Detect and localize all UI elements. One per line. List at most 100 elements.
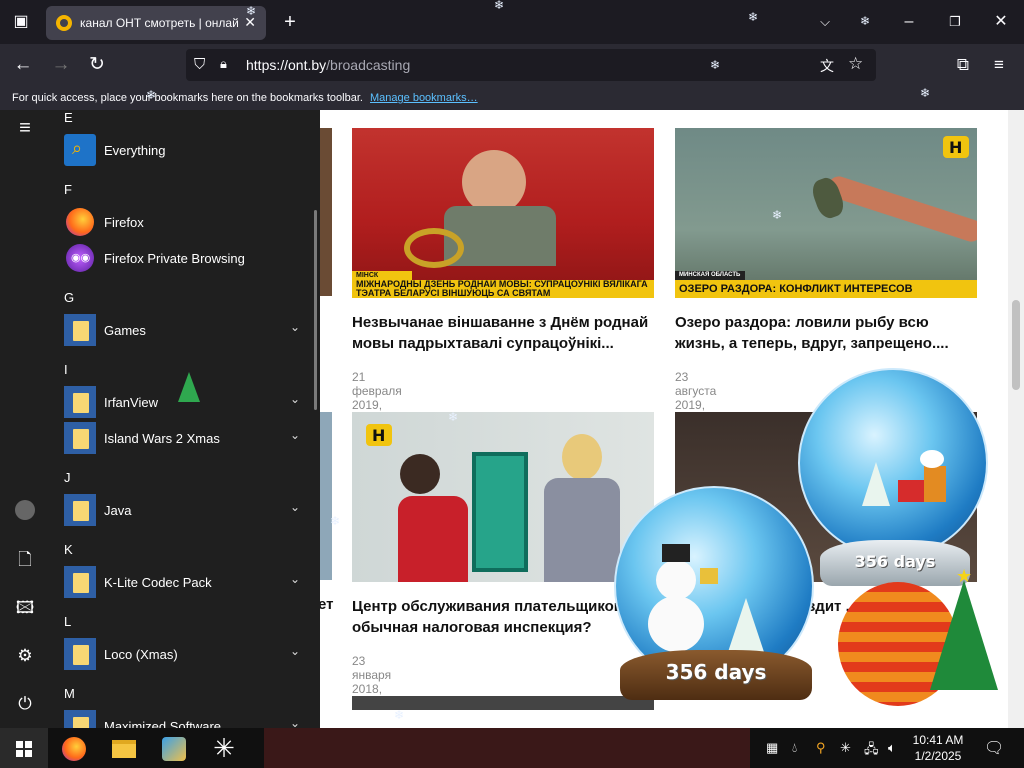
app-item-everything[interactable]: ⌕ Everything [64, 134, 308, 166]
shield-icon[interactable]: ⛉ [194, 56, 205, 73]
chevron-down-icon[interactable]: ⌄ [290, 644, 300, 658]
chevron-down-icon[interactable]: ⌄ [290, 572, 300, 586]
app-item-java[interactable]: Java ⌄ [64, 494, 308, 526]
chevron-down-icon[interactable]: ⌄ [290, 320, 300, 334]
section-letter[interactable]: J [64, 470, 71, 485]
section-letter[interactable]: E [64, 110, 73, 125]
app-item-maximized-software[interactable]: Maximized Software ⌄ [64, 710, 308, 728]
pictures-icon[interactable]: 🖾︎ [13, 596, 37, 620]
article-thumbnail[interactable]: МІНСК МІЖНАРОДНЫ ДЗЕНЬ РОДНАЙ МОВЫ: СУПР… [352, 128, 654, 298]
translate-icon[interactable]: 文 [820, 56, 834, 76]
banner-caption: ОЗЕРО РАЗДОРА: КОНФЛИКТ ИНТЕРЕСОВ [675, 280, 977, 298]
snowflake-icon: ❄ [330, 514, 341, 528]
app-item-loco[interactable]: Loco (Xmas) ⌄ [64, 638, 308, 670]
url-bar[interactable]: ⛉ 🔒︎ https://ont.by/broadcasting 文 ☆ [186, 49, 876, 81]
taskbar-snowflake-app-icon[interactable]: ✳ [200, 728, 248, 768]
person-figure [562, 434, 602, 480]
bookmark-star-icon[interactable]: ☆ [848, 54, 863, 74]
app-item-firefox-private[interactable]: ◉◉ Firefox Private Browsing [64, 242, 308, 274]
taskbar-firefox-icon[interactable] [50, 728, 98, 768]
documents-icon[interactable]: 🗋︎ [13, 548, 37, 572]
app-label: Java [104, 503, 132, 518]
snowman-figure [920, 450, 944, 468]
settings-gear-icon[interactable]: ⚙ [13, 644, 37, 668]
tray-snowflake-icon[interactable]: ✳ [840, 740, 851, 756]
folder-icon [64, 710, 96, 728]
back-button[interactable]: ← [6, 50, 40, 80]
star-icon: ★ [956, 566, 973, 586]
snowflake-icon: ❄ [710, 58, 721, 72]
browser-tab[interactable]: канал ОНТ смотреть | онлай ✕ [46, 6, 266, 40]
section-letter[interactable]: I [64, 362, 68, 377]
app-label: Everything [104, 143, 166, 158]
app-item-games[interactable]: Games ⌄ [64, 314, 308, 346]
snowflake-icon: ❄ [494, 0, 505, 12]
app-item-firefox[interactable]: Firefox [64, 206, 308, 238]
article-thumbnail[interactable] [352, 412, 654, 582]
new-tab-button[interactable]: + [273, 7, 307, 37]
chevron-down-icon[interactable]: ⌄ [290, 428, 300, 442]
manage-bookmarks-link[interactable]: Manage bookmarks… [370, 92, 478, 104]
ont-logo-icon [366, 424, 392, 446]
page-scrollbar-thumb[interactable] [1012, 300, 1020, 390]
forward-button[interactable]: → [44, 50, 78, 80]
close-window-button[interactable]: ✕ [984, 7, 1018, 37]
list-tabs-chevron-icon[interactable]: ⌵ [808, 7, 842, 37]
section-letter[interactable]: L [64, 614, 71, 629]
network-icon[interactable]: 🖧︎ [864, 740, 879, 762]
snowy-tree-figure [726, 598, 766, 658]
clock-date: 1/2/2025 [914, 749, 962, 763]
chevron-down-icon[interactable]: ⌄ [290, 500, 300, 514]
christmas-tree-figure [930, 580, 998, 690]
snowflake-icon: ❄ [394, 708, 405, 722]
article-headline[interactable]: Озеро раздора: ловили рыбу всю жизнь, а … [675, 312, 977, 354]
hamburger-menu-icon[interactable]: ≡ [13, 116, 37, 140]
taskbar-clock[interactable]: 10:41 AM 1/2/2025 [906, 732, 970, 764]
volume-icon[interactable]: 🔈︎ [888, 740, 896, 756]
partial-headline[interactable]: ет [318, 596, 334, 613]
globe-label-left: 356 days [665, 660, 767, 684]
app-item-klite[interactable]: K-Lite Codec Pack ⌄ [64, 566, 308, 598]
reload-button[interactable]: ↻ [80, 50, 114, 80]
start-menu: ≡ 🗋︎ 🖾︎ ⚙ ⏻ E ⌕ Everything F Firefox ◉◉ … [0, 110, 320, 728]
lock-icon[interactable]: 🔒︎ [220, 56, 227, 72]
section-letter[interactable]: K [64, 542, 73, 557]
url-text[interactable]: https://ont.by/broadcasting [246, 57, 410, 73]
section-letter[interactable]: G [64, 290, 74, 305]
power-icon[interactable]: ⏻ [13, 692, 37, 716]
tray-search-icon[interactable]: ⚲ [816, 740, 826, 756]
page-scrollbar[interactable] [1008, 110, 1024, 728]
notifications-icon[interactable]: 🗨︎ [984, 738, 1004, 758]
snowman-figure [648, 596, 704, 652]
start-menu-scrollbar[interactable] [314, 210, 317, 410]
person-figure [398, 496, 468, 582]
globe-base-left: 356 days [620, 650, 812, 700]
tray-droplet-icon[interactable]: 💧︎ [792, 740, 797, 756]
user-account-icon[interactable] [13, 500, 37, 524]
taskbar-game-icon[interactable] [150, 728, 198, 768]
article-headline[interactable]: Незвычанае віншаванне з Днём роднай мовы… [352, 312, 654, 354]
snowflake-icon: ❄ [146, 88, 157, 102]
chevron-down-icon[interactable]: ⌄ [290, 716, 300, 728]
app-item-island-wars[interactable]: Island Wars 2 Xmas ⌄ [64, 422, 308, 454]
extensions-icon[interactable]: ⧉ [946, 50, 980, 80]
section-letter[interactable]: M [64, 686, 75, 701]
menu-icon[interactable]: ≡ [982, 50, 1016, 80]
minimize-button[interactable]: – [892, 7, 926, 37]
person-figure [444, 206, 556, 266]
tray-app-icon[interactable]: ▦ [766, 740, 778, 756]
section-letter[interactable]: F [64, 182, 72, 197]
person-figure [400, 454, 440, 494]
firefox-view-icon[interactable]: ▣ [4, 7, 38, 37]
article-thumbnail[interactable]: МИНСКАЯ ОБЛАСТЬ ОЗЕРО РАЗДОРА: КОНФЛИКТ … [675, 128, 977, 298]
ont-favicon-icon [56, 15, 72, 31]
taskbar: ✳ ▦ 💧︎ ⚲ ✳ 🖧︎ 🔈︎ 10:41 AM 1/2/2025 🗨︎ [0, 728, 1024, 768]
globe-label-right: 356 days [854, 552, 936, 571]
restore-button[interactable]: ❐ [938, 7, 972, 37]
horn-figure [404, 228, 464, 268]
start-button[interactable] [0, 728, 48, 768]
chevron-down-icon[interactable]: ⌄ [290, 392, 300, 406]
gift-box-figure [924, 466, 946, 502]
taskbar-file-explorer-icon[interactable] [100, 728, 148, 768]
article-headline[interactable]: Центр обслуживания плательщиков и обычна… [352, 596, 654, 638]
